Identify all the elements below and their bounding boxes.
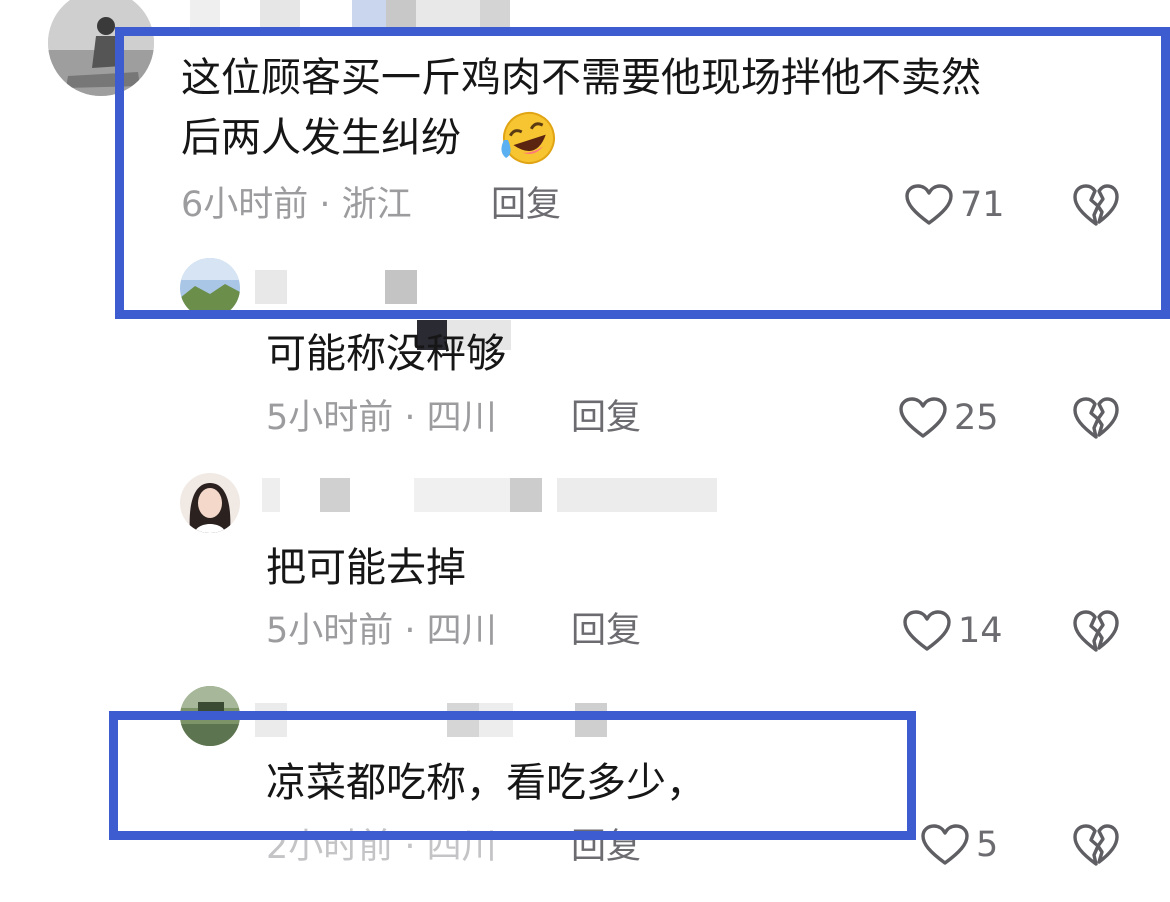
dislike-button[interactable] bbox=[1072, 822, 1120, 868]
like-button[interactable]: 71 bbox=[904, 183, 1005, 227]
comment-time: 2小时前 bbox=[266, 827, 394, 867]
username-obscured[interactable] bbox=[255, 703, 615, 737]
meta-separator: · bbox=[393, 611, 427, 651]
comment-location: 四川 bbox=[426, 398, 497, 438]
heart-outline-icon bbox=[899, 397, 947, 438]
comment-time: 6小时前 bbox=[181, 185, 309, 225]
dislike-button[interactable] bbox=[1072, 395, 1120, 441]
avatar-photo bbox=[180, 473, 240, 533]
like-count: 14 bbox=[958, 611, 1003, 651]
comment-time: 5小时前 bbox=[266, 611, 394, 651]
comment-text: 可能称没秤够 bbox=[266, 331, 506, 377]
comment-time: 5小时前 bbox=[266, 398, 394, 438]
avatar-photo bbox=[180, 686, 240, 746]
comment-location: 四川 bbox=[426, 827, 497, 867]
dislike-button[interactable] bbox=[1072, 608, 1120, 654]
comment-text-line: 后两人发生纠纷 bbox=[181, 115, 461, 161]
comment-meta: 2小时前 · 四川 bbox=[266, 825, 497, 869]
avatar-photo bbox=[180, 258, 240, 318]
reply-button[interactable]: 回复 bbox=[571, 609, 641, 653]
like-count: 25 bbox=[954, 398, 999, 438]
username-obscured[interactable] bbox=[180, 0, 510, 34]
broken-heart-icon bbox=[1073, 824, 1119, 866]
broken-heart-icon bbox=[1073, 397, 1119, 439]
broken-heart-icon bbox=[1073, 184, 1119, 226]
comment-location: 四川 bbox=[426, 611, 497, 651]
avatar[interactable] bbox=[180, 258, 240, 318]
comment-text: 凉菜都吃称，看吃多少， bbox=[266, 760, 706, 806]
avatar-photo bbox=[48, 0, 154, 96]
like-count: 71 bbox=[960, 185, 1005, 225]
comment-meta: 5小时前 · 四川 bbox=[266, 396, 497, 440]
laughing-crying-emoji-icon bbox=[498, 110, 560, 166]
like-button[interactable]: 14 bbox=[902, 609, 1003, 653]
like-count: 5 bbox=[976, 825, 999, 865]
reply-button[interactable]: 回复 bbox=[571, 396, 641, 440]
comment-meta: 6小时前 · 浙江 bbox=[181, 183, 412, 227]
heart-outline-icon bbox=[921, 824, 969, 865]
comment-text: 后两人发生纠纷 bbox=[181, 110, 461, 166]
reply-button[interactable]: 回复 bbox=[571, 825, 641, 869]
avatar[interactable] bbox=[180, 473, 240, 533]
comment-meta: 5小时前 · 四川 bbox=[266, 609, 497, 653]
meta-separator: · bbox=[308, 185, 342, 225]
username-obscured[interactable] bbox=[262, 478, 722, 512]
comment-text: 这位顾客买一斤鸡肉不需要他现场拌他不卖然 bbox=[181, 55, 981, 101]
avatar[interactable] bbox=[48, 0, 154, 96]
dislike-button[interactable] bbox=[1072, 182, 1120, 228]
username-obscured[interactable] bbox=[255, 270, 505, 304]
comment-text: 把可能去掉 bbox=[266, 545, 466, 591]
like-button[interactable]: 5 bbox=[920, 823, 998, 867]
avatar[interactable] bbox=[180, 686, 240, 746]
comment-location: 浙江 bbox=[341, 185, 412, 225]
reply-button[interactable]: 回复 bbox=[491, 183, 561, 227]
heart-outline-icon bbox=[903, 610, 951, 651]
heart-outline-icon bbox=[905, 184, 953, 225]
meta-separator: · bbox=[393, 827, 427, 867]
like-button[interactable]: 25 bbox=[898, 396, 999, 440]
broken-heart-icon bbox=[1073, 610, 1119, 652]
meta-separator: · bbox=[393, 398, 427, 438]
